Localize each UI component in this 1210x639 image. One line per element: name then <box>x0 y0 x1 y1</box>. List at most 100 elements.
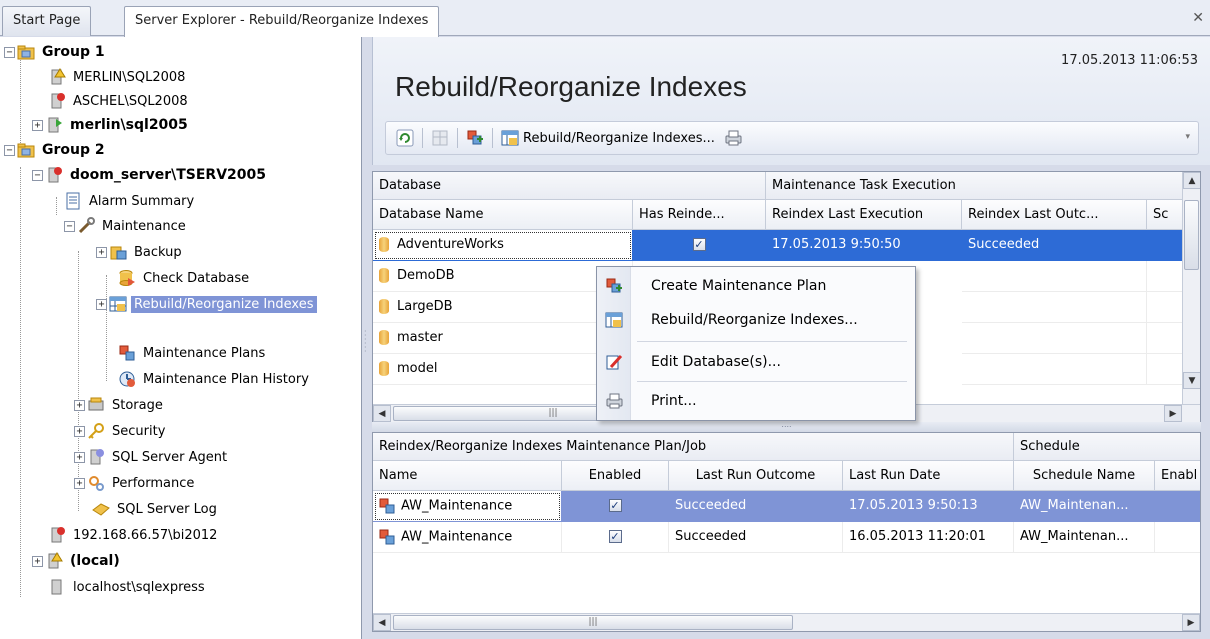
tree-item-sql-server-agent[interactable]: + SQL Server Agent <box>74 445 230 469</box>
tree-item-performance[interactable]: + Performance <box>74 471 197 495</box>
close-icon[interactable]: ✕ <box>1192 10 1204 26</box>
enabled-checkbox[interactable]: ✓ <box>608 499 622 512</box>
menu-item-edit-database[interactable]: Edit Database(s)... <box>597 347 915 377</box>
schedule-cell[interactable] <box>1147 354 1184 385</box>
table-row-name[interactable]: AdventureWorks <box>373 230 633 261</box>
tree-item-plan-history[interactable]: Maintenance Plan History <box>118 367 312 391</box>
tree-item-group-2[interactable]: − Group 2 <box>4 138 108 162</box>
scroll-up-icon[interactable]: ▲ <box>1183 172 1200 189</box>
tree-item-sql-server-log[interactable]: SQL Server Log <box>92 497 220 521</box>
tree-item-backup[interactable]: + Backup <box>96 240 185 264</box>
tab-server-explorer[interactable]: Server Explorer - Rebuild/Reorganize Ind… <box>124 6 440 37</box>
scroll-thumb[interactable]: ||| <box>393 615 793 630</box>
menu-item-create-plan[interactable]: Create Maintenance Plan <box>597 271 915 301</box>
last-outcome-cell[interactable]: Succeeded <box>962 230 1147 261</box>
tree-item-server[interactable]: − doom_server\TSERV2005 <box>32 163 269 187</box>
column-header[interactable]: Has Reinde... <box>633 200 766 230</box>
tree-item-server[interactable]: ASCHEL\SQL2008 <box>48 89 191 113</box>
last-outcome-cell[interactable] <box>962 261 1147 292</box>
column-header[interactable]: Reindex Last Outc... <box>962 200 1147 230</box>
column-header[interactable]: Last Run Outcome <box>669 461 843 491</box>
schedule-enabled-cell[interactable] <box>1155 522 1200 553</box>
schedule-cell[interactable] <box>1147 292 1184 323</box>
last-execution-cell[interactable]: 17.05.2013 9:50:50 <box>766 230 962 261</box>
schedule-name-cell[interactable]: AW_Maintenan... <box>1014 522 1155 553</box>
last-run-date-cell[interactable]: 17.05.2013 9:50:13 <box>843 491 1014 522</box>
enabled-cell[interactable]: ✓ <box>562 522 669 553</box>
scroll-right-icon[interactable]: ▶ <box>1182 614 1200 631</box>
collapse-icon[interactable]: − <box>4 144 15 156</box>
collapse-icon[interactable]: − <box>4 46 15 58</box>
scroll-down-icon[interactable]: ▼ <box>1183 372 1200 389</box>
enabled-cell[interactable]: ✓ <box>562 491 669 522</box>
plan-name-cell[interactable]: AW_Maintenance <box>373 491 562 522</box>
tree-item-alarm-summary[interactable]: Alarm Summary <box>64 189 197 213</box>
disabled-tool-button[interactable] <box>427 126 453 150</box>
menu-item-rebuild-indexes[interactable]: Rebuild/Reorganize Indexes... <box>597 305 915 335</box>
grid-splitter[interactable]: .... <box>372 421 1201 432</box>
tree-item-server[interactable]: 192.168.66.57\bi2012 <box>48 523 220 547</box>
tree-item-storage[interactable]: + Storage <box>74 393 166 417</box>
tab-start-page[interactable]: Start Page <box>2 6 92 36</box>
table-row-name[interactable]: master <box>373 323 633 354</box>
tree-item-server[interactable]: MERLIN\SQL2008 <box>48 65 188 89</box>
column-header[interactable]: Last Run Date <box>843 461 1014 491</box>
expand-icon[interactable]: + <box>96 246 107 258</box>
expand-icon[interactable]: + <box>74 477 85 489</box>
column-header[interactable]: Enabled <box>562 461 669 491</box>
vertical-scrollbar[interactable]: ▲ ▼ <box>1182 172 1200 404</box>
schedule-cell[interactable] <box>1147 323 1184 354</box>
has-reindex-checkbox[interactable]: ✓ <box>692 238 706 251</box>
schedule-cell[interactable] <box>1147 261 1184 292</box>
expand-icon[interactable]: + <box>74 425 85 437</box>
column-header[interactable]: Enabl <box>1155 461 1200 491</box>
tree-item-group-1[interactable]: − Group 1 <box>4 40 108 64</box>
tree-item-security[interactable]: + Security <box>74 419 168 443</box>
last-run-date-cell[interactable]: 16.05.2013 11:20:01 <box>843 522 1014 553</box>
scroll-left-icon[interactable]: ◀ <box>373 614 391 631</box>
tree-item-check-database[interactable]: Check Database <box>118 266 252 290</box>
last-outcome-cell[interactable] <box>962 323 1147 354</box>
rebuild-indexes-button[interactable]: Rebuild/Reorganize Indexes... <box>497 126 719 150</box>
tree-item-maintenance-plans[interactable]: Maintenance Plans <box>118 341 268 365</box>
menu-item-print[interactable]: Print... <box>597 386 915 416</box>
expand-icon[interactable]: + <box>74 399 85 411</box>
plan-name-cell[interactable]: AW_Maintenance <box>373 522 562 553</box>
tree-item-server[interactable]: localhost\sqlexpress <box>48 575 208 599</box>
expand-icon[interactable]: + <box>32 119 43 131</box>
enabled-checkbox[interactable]: ✓ <box>608 530 622 543</box>
schedule-cell[interactable] <box>1147 230 1184 261</box>
table-row-name[interactable]: model <box>373 354 633 385</box>
tree-item-maintenance[interactable]: − Maintenance <box>64 214 189 238</box>
column-header[interactable]: Database Name <box>373 200 633 230</box>
create-plan-button[interactable] <box>462 126 488 150</box>
schedule-name-cell[interactable]: AW_Maintenan... <box>1014 491 1155 522</box>
last-outcome-cell[interactable] <box>962 354 1147 385</box>
column-header[interactable]: Reindex Last Execution <box>766 200 962 230</box>
scroll-right-icon[interactable]: ▶ <box>1164 405 1182 422</box>
table-row-name[interactable]: DemoDB <box>373 261 633 292</box>
last-run-outcome-cell[interactable]: Succeeded <box>669 522 843 553</box>
column-header[interactable]: Sc <box>1147 200 1184 230</box>
collapse-icon[interactable]: − <box>64 220 75 232</box>
tree-item-rebuild-indexes[interactable]: + Rebuild/Reorganize Indexes <box>96 292 317 316</box>
refresh-button[interactable] <box>392 126 418 150</box>
scroll-left-icon[interactable]: ◀ <box>373 405 391 422</box>
expand-icon[interactable]: + <box>32 555 43 567</box>
has-reindex-cell[interactable]: ✓ <box>633 230 766 261</box>
column-header[interactable]: Name <box>373 461 562 491</box>
collapse-icon[interactable]: − <box>32 169 43 181</box>
expand-icon[interactable]: + <box>96 298 107 310</box>
tree-item-server[interactable]: + merlin\sql2005 <box>32 113 191 137</box>
last-outcome-cell[interactable] <box>962 292 1147 323</box>
schedule-enabled-cell[interactable] <box>1155 491 1200 522</box>
print-button[interactable] <box>719 126 747 150</box>
horizontal-scrollbar[interactable]: ◀ ||| ▶ <box>373 613 1200 631</box>
last-run-outcome-cell[interactable]: Succeeded <box>669 491 843 522</box>
column-header[interactable]: Schedule Name <box>1014 461 1155 491</box>
table-row-name[interactable]: LargeDB <box>373 292 633 323</box>
toolbar-overflow-icon[interactable]: ▾ <box>1185 132 1190 142</box>
tree-item-server[interactable]: + (local) <box>32 549 123 573</box>
expand-icon[interactable]: + <box>74 451 85 463</box>
scroll-thumb[interactable] <box>1184 200 1199 270</box>
